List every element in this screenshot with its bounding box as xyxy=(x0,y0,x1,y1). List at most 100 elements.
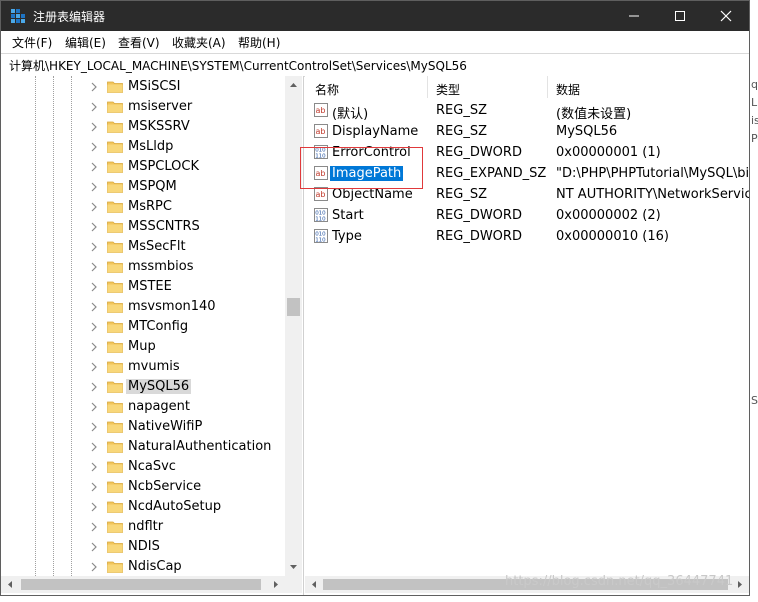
chevron-right-icon[interactable] xyxy=(89,242,99,252)
chevron-right-icon[interactable] xyxy=(89,482,99,492)
chevron-right-icon[interactable] xyxy=(89,522,99,532)
scroll-right-icon[interactable] xyxy=(269,576,283,593)
tree-item-label: NdisCap xyxy=(128,559,182,574)
chevron-right-icon[interactable] xyxy=(89,142,99,152)
value-data: (数值未设置) xyxy=(556,107,632,122)
chevron-right-icon[interactable] xyxy=(89,102,99,112)
value-row[interactable]: ab DisplayName REG_SZ MySQL56 xyxy=(305,121,749,142)
value-type: REG_DWORD xyxy=(436,229,522,244)
address-bar[interactable]: 计算机\HKEY_LOCAL_MACHINE\SYSTEM\CurrentCon… xyxy=(1,53,749,77)
value-type: REG_DWORD xyxy=(436,145,522,160)
folder-icon xyxy=(107,341,123,353)
tree-guide-line xyxy=(71,76,72,576)
chevron-right-icon[interactable] xyxy=(89,442,99,452)
chevron-right-icon[interactable] xyxy=(89,282,99,292)
menu-view[interactable]: 查看(V) xyxy=(118,34,160,51)
tree-hscroll-thumb[interactable] xyxy=(21,579,261,590)
value-data: 0x00000010 (16) xyxy=(556,229,669,244)
column-type[interactable]: 类型 xyxy=(428,76,548,98)
folder-icon xyxy=(107,141,123,153)
value-name: (默认) xyxy=(332,107,369,122)
chevron-right-icon[interactable] xyxy=(89,182,99,192)
minimize-button[interactable] xyxy=(611,1,657,31)
folder-icon xyxy=(107,161,123,173)
value-name: DisplayName xyxy=(332,124,419,139)
tree-item-label: MsLldp xyxy=(128,139,174,154)
chevron-right-icon[interactable] xyxy=(89,402,99,412)
tree-item-label: MTConfig xyxy=(128,319,189,334)
tree-item-label: msvsmon140 xyxy=(128,299,216,314)
tree-item-label: MSKSSRV xyxy=(128,119,190,134)
folder-icon xyxy=(107,521,123,533)
tree-item-label: MySQL56 xyxy=(126,379,192,394)
background-text-fragment: S xyxy=(751,394,758,407)
menu-favorites[interactable]: 收藏夹(A) xyxy=(172,34,226,51)
folder-icon xyxy=(107,301,123,313)
menu-help[interactable]: 帮助(H) xyxy=(238,34,280,51)
close-button[interactable] xyxy=(703,1,749,31)
menu-file[interactable]: 文件(F) xyxy=(12,34,52,51)
tree-item-label: ndfltr xyxy=(128,519,164,534)
chevron-right-icon[interactable] xyxy=(89,322,99,332)
svg-text:ab: ab xyxy=(316,190,326,199)
value-name: ObjectName xyxy=(332,187,413,202)
chevron-right-icon[interactable] xyxy=(89,542,99,552)
value-type: REG_SZ xyxy=(436,124,487,139)
string-value-icon: ab xyxy=(314,124,328,138)
scroll-left-icon[interactable] xyxy=(307,576,321,593)
chevron-right-icon[interactable] xyxy=(89,82,99,92)
tree-item-label: MSPCLOCK xyxy=(128,159,199,174)
chevron-right-icon[interactable] xyxy=(89,202,99,212)
background-text-fragment: Po xyxy=(751,132,758,145)
tree-item-label: MSTEE xyxy=(128,279,172,294)
folder-icon xyxy=(107,181,123,193)
chevron-right-icon[interactable] xyxy=(89,562,99,572)
address-path[interactable]: 计算机\HKEY_LOCAL_MACHINE\SYSTEM\CurrentCon… xyxy=(9,57,467,74)
column-data[interactable]: 数据 xyxy=(548,76,749,98)
tree-item-label: NcaSvc xyxy=(128,459,176,474)
minimize-icon xyxy=(629,15,639,17)
tree-item-label: MSiSCSI xyxy=(128,79,181,94)
window-title: 注册表编辑器 xyxy=(33,10,106,24)
chevron-right-icon[interactable] xyxy=(89,422,99,432)
value-type: REG_SZ xyxy=(436,187,487,202)
folder-icon xyxy=(107,381,123,393)
scroll-left-icon[interactable] xyxy=(3,576,17,593)
folder-icon xyxy=(107,481,123,493)
tree-item-label: MsRPC xyxy=(128,199,172,214)
folder-icon xyxy=(107,121,123,133)
chevron-right-icon[interactable] xyxy=(89,122,99,132)
title-bar[interactable]: 注册表编辑器 xyxy=(1,1,749,31)
chevron-right-icon[interactable] xyxy=(89,502,99,512)
chevron-right-icon[interactable] xyxy=(89,342,99,352)
chevron-right-icon[interactable] xyxy=(89,222,99,232)
registry-editor-window: 注册表编辑器 文件(F) 编辑(E) 查看(V) 收藏夹(A) 帮助(H) 计算… xyxy=(0,0,750,596)
folder-icon xyxy=(107,541,123,553)
scroll-down-icon[interactable] xyxy=(285,560,302,574)
menu-edit[interactable]: 编辑(E) xyxy=(65,34,106,51)
value-row[interactable]: 010 110 Start REG_DWORD 0x00000002 (2) xyxy=(305,205,749,226)
value-row[interactable]: ab (默认) REG_SZ (数值未设置) xyxy=(305,100,749,122)
column-name[interactable]: 名称 xyxy=(305,76,428,98)
chevron-right-icon[interactable] xyxy=(89,302,99,312)
tree-item-label: napagent xyxy=(128,399,191,414)
tree-guide-line xyxy=(53,76,54,576)
tree-pane[interactable]: MSiSCSI msiserver MSKSSRV MsLldp MSPCLOCK MSP… xyxy=(1,76,304,595)
chevron-right-icon[interactable] xyxy=(89,462,99,472)
tree-scroll-thumb[interactable] xyxy=(287,298,300,316)
watermark-text: https://blog.csdn.net/qq_36447741 xyxy=(505,574,734,589)
value-data: NT AUTHORITY\NetworkService xyxy=(556,187,749,202)
tree-item-label: NativeWifiP xyxy=(128,419,203,434)
chevron-right-icon[interactable] xyxy=(89,262,99,272)
scroll-up-icon[interactable] xyxy=(285,78,302,92)
tree-item-label: mvumis xyxy=(128,359,180,374)
chevron-right-icon[interactable] xyxy=(89,162,99,172)
scroll-right-icon[interactable] xyxy=(733,576,747,593)
folder-icon xyxy=(107,461,123,473)
maximize-button[interactable] xyxy=(657,1,703,31)
value-row[interactable]: 010 110 Type REG_DWORD 0x00000010 (16) xyxy=(305,226,749,247)
chevron-right-icon[interactable] xyxy=(89,382,99,392)
chevron-right-icon[interactable] xyxy=(89,362,99,372)
value-data: 0x00000001 (1) xyxy=(556,145,661,160)
tree-horizontal-scrollbar[interactable] xyxy=(1,576,302,593)
